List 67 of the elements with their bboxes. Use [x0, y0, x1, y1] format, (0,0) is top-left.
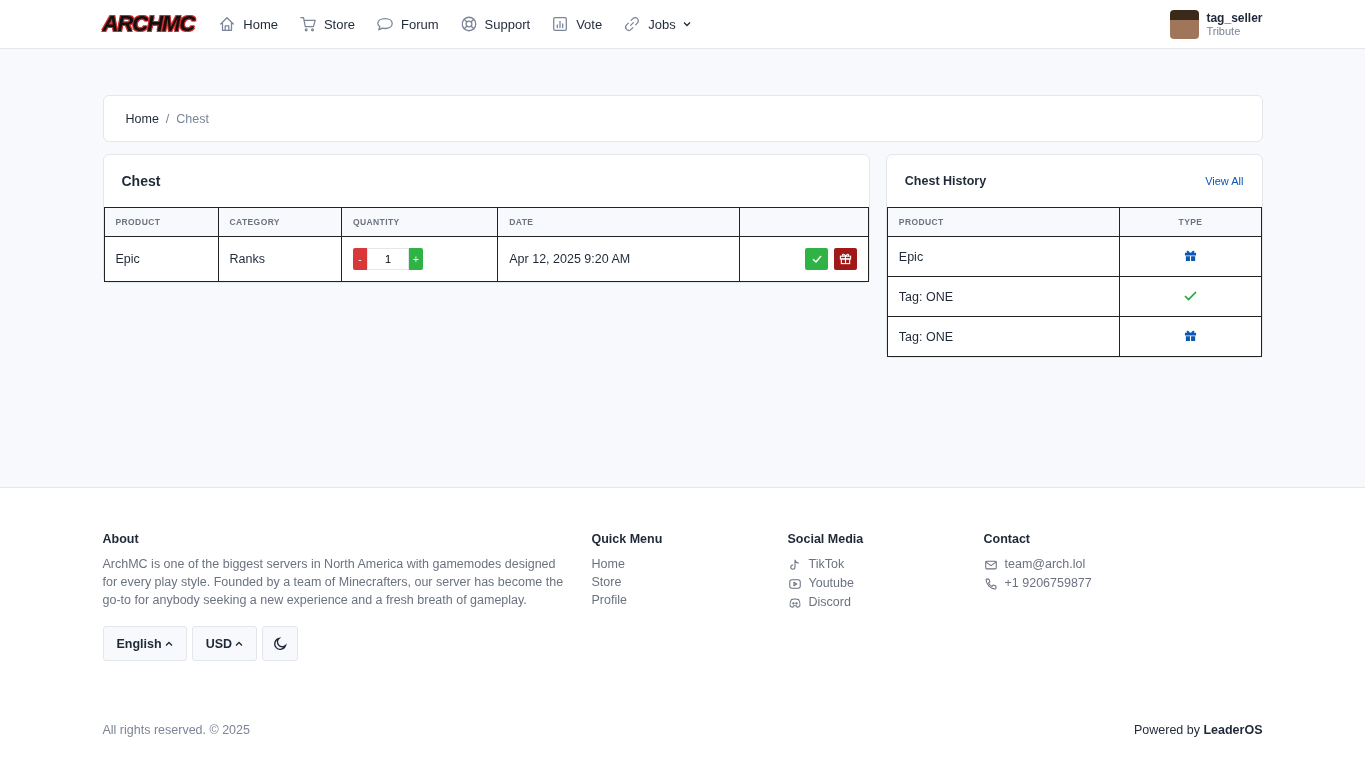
nav-link[interactable]: Jobs [623, 15, 691, 33]
link-icon [623, 15, 642, 33]
gift-icon [838, 252, 852, 266]
language-selector[interactable]: English [102, 626, 187, 661]
table-cell: Apr 12, 2025 9:20 AM [497, 236, 740, 282]
column-header: QUANTITY [341, 207, 498, 237]
nav-link[interactable]: Home [218, 15, 278, 33]
table-cell: Epic [887, 236, 1120, 277]
quantity-field[interactable]: 1 [366, 248, 409, 270]
moon-icon [273, 636, 288, 651]
section-heading: Contact [983, 532, 1032, 546]
home-icon [218, 15, 237, 33]
check-icon [810, 253, 823, 266]
powered-by-text: Powered by LeaderOS [1133, 723, 1263, 737]
section-heading: About [102, 532, 140, 546]
footer-link[interactable]: Store [591, 573, 788, 591]
chart-icon [551, 15, 570, 33]
column-header: TYPE [1119, 207, 1261, 237]
chevron-icon [235, 640, 244, 647]
contact-link[interactable]: team@arch.lol [983, 555, 1263, 574]
social-link[interactable]: Discord [787, 593, 984, 612]
currency-selector[interactable]: USD [191, 626, 258, 661]
nav-link[interactable]: Store [298, 15, 356, 33]
table-cell: Tag: ONE [887, 276, 1120, 317]
social-link[interactable]: TikTok [787, 555, 984, 574]
username[interactable]: tag_seller [1206, 11, 1263, 25]
phone-icon [983, 576, 998, 591]
contact-link[interactable]: +1 9206759877 [983, 574, 1263, 593]
section-heading: Social Media [787, 532, 865, 546]
nav-link[interactable]: Vote [551, 15, 603, 33]
breadcrumb-current: Chest [176, 111, 209, 126]
gift-button[interactable] [833, 247, 857, 270]
chat-icon [376, 15, 395, 33]
copyright-text: All rights reserved. © 2025 [102, 723, 250, 737]
chevron-icon [164, 640, 173, 647]
column-header: PRODUCT [104, 207, 218, 237]
section-heading: Quick Menu [591, 532, 664, 546]
column-header: DATE [497, 207, 740, 237]
nav-link[interactable]: Forum [376, 15, 439, 33]
breadcrumb-separator: / [165, 111, 170, 126]
lifebuoy-icon [459, 15, 478, 33]
footer-link[interactable]: Home [591, 555, 788, 573]
logo[interactable]: ARCHMC [102, 11, 195, 37]
youtube-icon [787, 576, 802, 591]
theme-toggle[interactable] [262, 626, 299, 661]
table-cell: Epic [104, 236, 218, 282]
check-icon [1183, 290, 1197, 301]
avatar[interactable] [1170, 9, 1200, 39]
card-title: Chest [121, 173, 161, 189]
view-all-link[interactable]: View All [1205, 175, 1244, 187]
table-cell: Tag: ONE [887, 316, 1120, 357]
card-title: Chest History [904, 174, 987, 188]
about-text: ArchMC is one of the biggest servers in North America with gamemodes designed for every play style. Founded by a team of Minecrafters, our server has become the go-to for anybody seeking a new experience and a fresh breath of gameplay. [102, 556, 565, 609]
gift-icon [1183, 248, 1197, 262]
decrease-button[interactable]: - [352, 248, 367, 270]
table-cell: Ranks [218, 236, 342, 282]
social-link[interactable]: Youtube [787, 574, 984, 593]
tiktok-icon [787, 557, 802, 572]
breadcrumb-link[interactable]: Home [125, 111, 159, 126]
user-rank: Tribute [1206, 25, 1242, 37]
gift-icon [1183, 328, 1197, 342]
column-header: CATEGORY [218, 207, 342, 237]
nav-link[interactable]: Support [459, 15, 531, 33]
discord-icon [787, 595, 802, 610]
footer-link[interactable]: Profile [591, 591, 788, 609]
column-header: PRODUCT [887, 207, 1120, 237]
cart-icon [298, 15, 317, 33]
